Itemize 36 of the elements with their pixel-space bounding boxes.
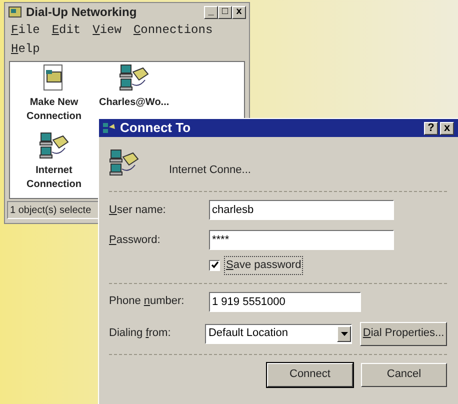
phone-number-field[interactable]: 1 919 5551000 [209,292,361,312]
network-computers-icon [39,132,69,160]
caret-icon [340,332,348,336]
dialog-title: Connect To [120,119,191,138]
password-field[interactable]: **** [209,230,394,250]
menu-item[interactable]: Connections [133,21,213,40]
field-label: User name: [109,202,167,218]
field-label: Password: [109,232,162,248]
window-control-button[interactable]: ? [424,122,438,134]
connect-button[interactable]: Connect [267,362,353,386]
network-computers-icon [109,149,139,177]
menu-item[interactable]: Help [11,40,40,59]
location-dropdown[interactable]: Default Location [205,324,352,344]
window-title: Dial-Up Networking [26,4,137,21]
cancel-button[interactable]: Cancel [361,362,447,386]
menu-item[interactable]: View [92,21,122,40]
field-label: Phone number: [109,294,186,310]
connection-label[interactable]: Internet Connection [19,164,89,192]
connection-label[interactable]: Charles@Wo... [99,96,169,110]
user-name-field[interactable]: charlesb [209,200,394,220]
field-label: Dialing from: [109,326,172,342]
window-control-button[interactable]: □ [218,6,232,18]
checkbox[interactable] [209,260,220,271]
menu-item[interactable]: Edit [52,21,81,40]
window-control-button[interactable]: x [232,6,246,18]
network-computers-icon [119,64,149,92]
window-icon [8,6,22,18]
network-computers-icon [102,122,116,134]
menu-item[interactable]: File [11,21,40,40]
window-control-button[interactable]: x [440,122,454,134]
connection-name: Internet Conne... [169,162,251,178]
window-control-button[interactable]: _ [204,6,218,18]
connection-label[interactable]: Make New Connection [19,96,89,124]
dropdown-arrow-button[interactable] [337,326,352,342]
save-password-label[interactable]: Save password [224,256,304,274]
dial-properties-button[interactable]: Dial Properties... [360,322,447,346]
